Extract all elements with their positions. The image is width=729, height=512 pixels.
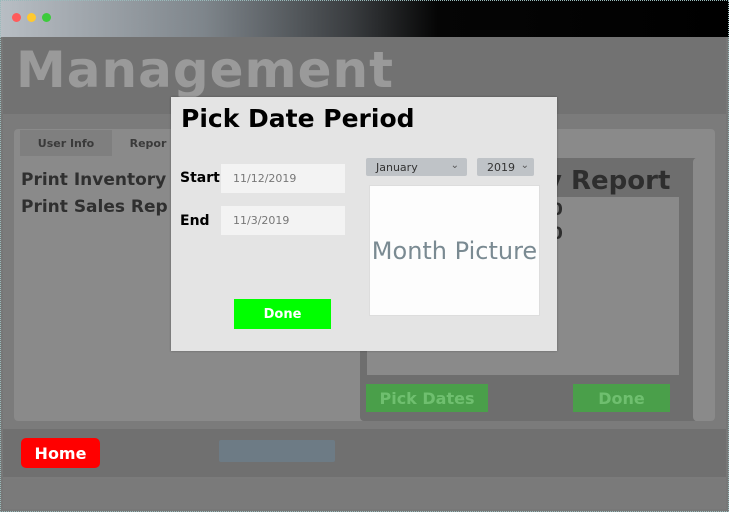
footer (3, 479, 726, 509)
pick-date-dialog: Pick Date Period Start End Done January … (171, 97, 557, 351)
report-title: y Report (545, 166, 671, 196)
bottom-bar (3, 429, 726, 477)
window-titlebar (0, 0, 729, 37)
month-select[interactable]: January ⌄ (366, 158, 467, 176)
year-select-value: 2019 (487, 160, 515, 174)
dialog-done-button[interactable]: Done (234, 299, 331, 329)
print-inventory-link[interactable]: Print Inventory (21, 170, 166, 190)
start-label: Start (180, 170, 220, 186)
chevron-down-icon: ⌄ (520, 160, 529, 171)
dialog-title: Pick Date Period (181, 104, 415, 133)
minimize-window-icon[interactable] (27, 13, 36, 22)
end-label: End (180, 213, 210, 229)
home-button[interactable]: Home (21, 438, 100, 468)
tab-user-info[interactable]: User Info (20, 130, 112, 156)
bottom-placeholder-box (219, 440, 335, 462)
app-title: Management (16, 41, 395, 99)
close-window-icon[interactable] (12, 13, 21, 22)
month-picture-label: Month Picture (371, 236, 538, 265)
pick-dates-button[interactable]: Pick Dates (366, 384, 488, 412)
report-done-button[interactable]: Done (573, 384, 670, 412)
maximize-window-icon[interactable] (42, 13, 51, 22)
print-sales-report-link[interactable]: Print Sales Rep (21, 197, 168, 217)
year-select[interactable]: 2019 ⌄ (477, 158, 534, 176)
chevron-down-icon: ⌄ (450, 160, 459, 171)
month-picture[interactable]: Month Picture (369, 185, 540, 316)
month-select-value: January (376, 160, 418, 174)
scrollbar[interactable] (693, 158, 713, 421)
end-date-input[interactable] (221, 206, 345, 235)
start-date-input[interactable] (221, 164, 345, 193)
